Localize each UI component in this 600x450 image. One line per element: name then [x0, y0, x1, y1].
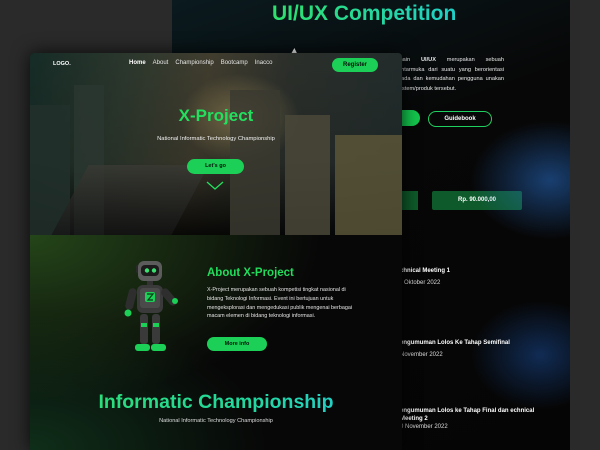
register-button[interactable]: Register: [332, 58, 378, 72]
logo[interactable]: LOGO.: [53, 61, 71, 67]
championship-title: Informatic Championship: [30, 391, 402, 414]
timeline-item: chnical Meeting 1 Oktober 2022: [400, 267, 450, 286]
uiux-title: UI/UX Competition: [272, 2, 457, 25]
content-section: About X-Project X-Project merupakan sebu…: [30, 235, 402, 450]
guidebook-button[interactable]: Guidebook: [428, 111, 492, 127]
uiux-description: main UI/UX merupakan sebuah antarmuka da…: [398, 57, 504, 92]
timeline-date: November 2022: [400, 352, 443, 358]
price-badge: Rp. 90.000,00: [432, 191, 522, 210]
timeline-title: chnical Meeting 1: [400, 268, 451, 274]
hero-title: X-Project: [178, 106, 254, 125]
hero-building: [285, 115, 330, 235]
timeline-date: 0 November 2022: [400, 424, 448, 430]
timeline-title: engumuman Lolos Ke Tahap Semifinal: [400, 340, 510, 346]
timeline-item: engumuman Lolos ke Tahap Final dan echni…: [400, 407, 540, 430]
timeline-title: engumuman Lolos ke Tahap Final dan echni…: [400, 408, 535, 422]
navbar: LOGO. Home About Championship Bootcamp I…: [30, 53, 402, 77]
timeline-date: Oktober 2022: [404, 280, 441, 286]
championship-subtitle: National Informatic Technology Champions…: [159, 418, 273, 424]
nav-links: Home About Championship Bootcamp Inacco: [129, 60, 272, 66]
hero-subtitle: National Informatic Technology Champions…: [157, 136, 275, 142]
nav-item-championship[interactable]: Championship: [175, 60, 213, 66]
nav-item-inacco[interactable]: Inacco: [255, 60, 273, 66]
more-info-button[interactable]: More info: [207, 337, 267, 351]
price-card-partial: [400, 191, 418, 210]
nav-item-bootcamp[interactable]: Bootcamp: [221, 60, 248, 66]
about-title: About X-Project: [207, 267, 294, 279]
nav-item-home[interactable]: Home: [129, 60, 146, 66]
robot-illustration: [124, 261, 178, 351]
nav-item-about[interactable]: About: [153, 60, 169, 66]
timeline-item: engumuman Lolos Ke Tahap Semifinal Novem…: [400, 339, 510, 358]
about-text: X-Project merupakan sebuah kompetisi tin…: [207, 287, 353, 320]
hero-building: [335, 135, 402, 235]
x-project-mockup: LOGO. Home About Championship Bootcamp I…: [30, 53, 402, 450]
register-button-partial[interactable]: [400, 110, 420, 126]
lets-go-button[interactable]: Let's go: [187, 159, 244, 174]
hero-section: LOGO. Home About Championship Bootcamp I…: [30, 53, 402, 235]
chevron-down-icon[interactable]: [206, 181, 224, 190]
